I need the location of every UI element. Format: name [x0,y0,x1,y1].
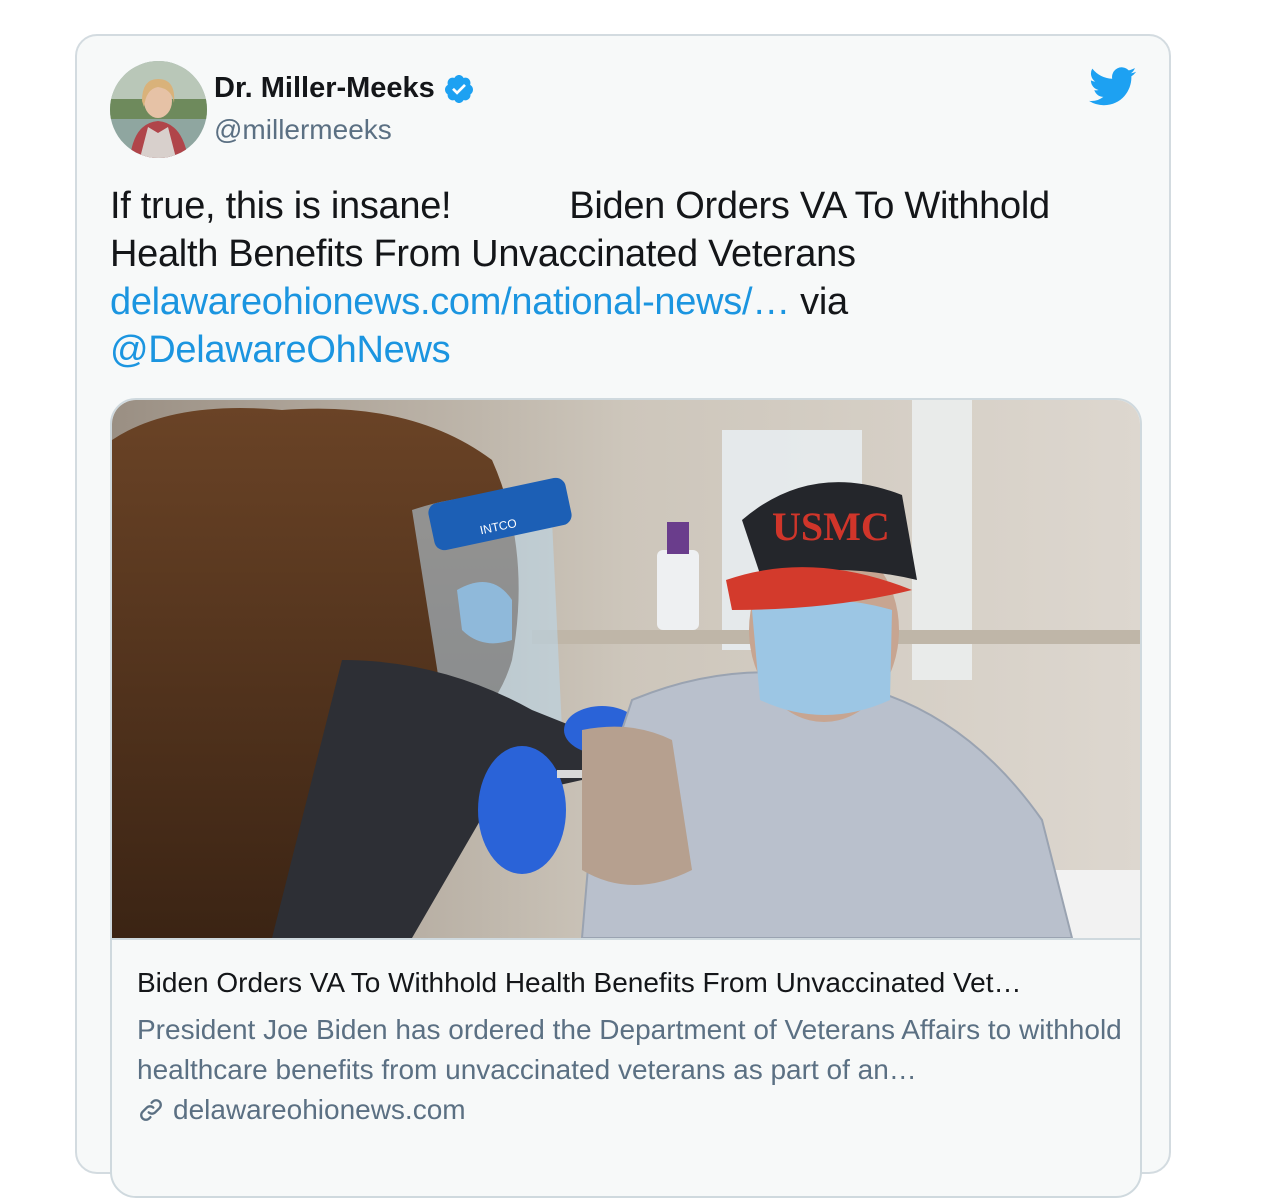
mention-link[interactable]: @DelawareOhNews [110,329,451,371]
author-display-name[interactable]: Dr. Miller-Meeks [214,72,435,105]
cap-text: USMC [772,504,890,549]
card-domain-text[interactable]: delawareohionews.com [173,1094,466,1126]
tweet-url-link[interactable]: delawareohionews.com/national-news/… [110,281,790,323]
tweet-via-text: via [800,281,848,323]
author-avatar[interactable] [110,61,207,158]
author-name-row[interactable]: Dr. Miller-Meeks [214,72,475,105]
link-preview-card[interactable]: INTCO USMC Biden Orders VA To Withhold H… [110,398,1142,1198]
tweet-text-comment: If true, this is insane! [110,185,452,227]
verified-badge-icon [443,73,475,105]
card-description: President Joe Biden has ordered the Depa… [137,1014,1122,1085]
card-title[interactable]: Biden Orders VA To Withhold Health Benef… [137,967,1127,999]
tweet-card[interactable]: Dr. Miller-Meeks @millermeeks If true, t… [75,34,1171,1198]
tweet-text: If true, this is insane! Biden Orders VA … [110,182,1120,374]
link-chain-icon [137,1096,165,1124]
twitter-bird-icon[interactable] [1089,66,1137,108]
author-handle[interactable]: @millermeeks [214,114,392,146]
card-image[interactable]: INTCO USMC [112,400,1140,940]
card-domain[interactable]: delawareohionews.com [137,1094,466,1126]
